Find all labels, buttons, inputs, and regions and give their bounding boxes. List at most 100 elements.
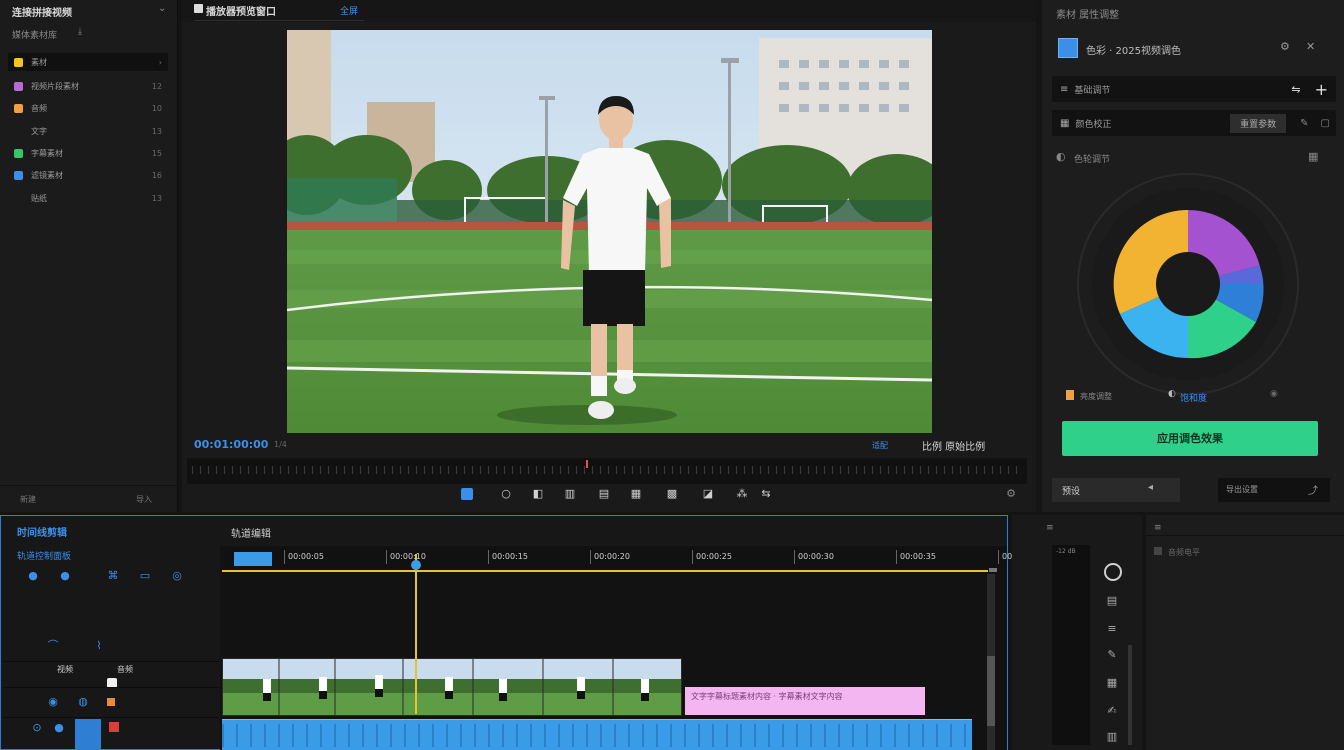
record-arm-icon[interactable]: ● bbox=[53, 722, 65, 734]
media-item-4[interactable]: 文字 13 bbox=[8, 122, 168, 140]
mute-icon[interactable]: ● bbox=[59, 570, 71, 582]
preset-label: 预设 bbox=[1062, 487, 1081, 497]
next-frame-icon[interactable]: ▦ bbox=[630, 488, 642, 500]
audio-level-title: 音频电平 bbox=[1168, 548, 1200, 557]
color-correct-row[interactable]: ▦ 颜色校正 重置参数 ✎ ▢ bbox=[1052, 110, 1336, 136]
forward-icon[interactable]: ▤ bbox=[598, 488, 610, 500]
new-button[interactable]: 新建 bbox=[20, 494, 36, 505]
split-icon[interactable]: ⁂ bbox=[736, 488, 748, 500]
media-panel-subtitle: 媒体素材库 bbox=[12, 31, 58, 41]
solo-icon[interactable]: ⊙ bbox=[31, 722, 43, 734]
media-item-count: 13 bbox=[151, 126, 162, 136]
import-icon[interactable]: ⤓ bbox=[78, 27, 82, 37]
layer-color-swatch[interactable] bbox=[1058, 38, 1078, 58]
text-clip[interactable]: 文字字幕标题素材内容 · 字幕素材文字内容 bbox=[685, 687, 925, 715]
meter-menu-icon[interactable]: ≡ bbox=[1046, 523, 1054, 533]
grid-icon[interactable]: ▦ bbox=[1106, 677, 1118, 689]
play-icon[interactable] bbox=[461, 488, 473, 500]
video-preview[interactable] bbox=[287, 30, 932, 433]
toggle-icon[interactable]: ◉ bbox=[1270, 389, 1278, 399]
fullscreen-icon[interactable]: ⇆ bbox=[760, 488, 772, 500]
target-icon[interactable]: ◎ bbox=[171, 570, 183, 582]
pen-icon[interactable]: ✍ bbox=[1106, 705, 1118, 717]
color-wheel[interactable] bbox=[1076, 172, 1300, 396]
prev-frame-icon[interactable]: ◧ bbox=[532, 488, 544, 500]
media-item-6[interactable]: 滤镜素材 16 bbox=[8, 166, 168, 184]
speaker-icon[interactable]: ◍ bbox=[77, 696, 89, 708]
media-item-3[interactable]: 音频 10 bbox=[8, 99, 168, 117]
expand-icon[interactable]: ▢ bbox=[1321, 118, 1330, 129]
ruler-tick bbox=[590, 550, 591, 564]
chevron-down-icon[interactable]: ⌄ bbox=[158, 3, 166, 14]
media-item-1[interactable]: 素材 › bbox=[8, 53, 168, 71]
preview-panel: 播放器预览窗口 全屏 00:01:00:00 1/4 适配 比例 原始比例 ○ … bbox=[182, 0, 1036, 512]
in-point-marker[interactable] bbox=[234, 552, 272, 566]
eye-icon[interactable]: ⇋ bbox=[1291, 83, 1300, 96]
keyframe-icon[interactable]: ⌇ bbox=[93, 640, 105, 652]
video-clip[interactable] bbox=[222, 658, 682, 716]
basic-adjust-row[interactable]: ≡ 基础调节 ⇋ + bbox=[1052, 76, 1336, 102]
aspect-ratio-label[interactable]: 比例 原始比例 bbox=[922, 438, 985, 453]
meter-knob-icon[interactable] bbox=[1104, 563, 1122, 581]
timeline-tracks[interactable]: 00:00:05 00:00:10 00:00:15 00:00:20 00:00:25… bbox=[220, 546, 1140, 750]
preview-tabbar bbox=[182, 0, 1036, 22]
loop-icon[interactable]: ▩ bbox=[666, 488, 678, 500]
levels-icon[interactable]: ≡ bbox=[1106, 623, 1118, 635]
media-item-count: 12 bbox=[151, 81, 162, 91]
ruler-tick-label: 00:00:15 bbox=[492, 552, 528, 561]
red-tag-icon[interactable] bbox=[109, 722, 119, 732]
tools-icon[interactable]: ✎ bbox=[1106, 649, 1118, 661]
lock-icon[interactable]: ▭ bbox=[139, 570, 151, 582]
snapshot-icon[interactable]: ◪ bbox=[702, 488, 714, 500]
audio-clip[interactable] bbox=[222, 719, 972, 750]
sliders-icon: ≡ bbox=[1060, 83, 1069, 95]
fit-label[interactable]: 适配 bbox=[872, 440, 888, 451]
curve-icon[interactable]: ⌒ bbox=[47, 640, 59, 652]
close-icon[interactable]: ✕ bbox=[1306, 40, 1315, 53]
scrubber-marker bbox=[586, 460, 588, 468]
link-icon[interactable]: ⌘ bbox=[107, 570, 119, 582]
properties-title: 素材 属性调整 bbox=[1056, 10, 1120, 21]
basic-adjust-label: 基础调节 bbox=[1074, 85, 1111, 96]
media-item-2[interactable]: 视频片段素材 12 bbox=[8, 77, 168, 95]
saturation-label[interactable]: 饱和度 bbox=[1180, 391, 1207, 404]
brightness-label[interactable]: 亮度调整 bbox=[1080, 391, 1112, 402]
ruler-tick bbox=[692, 550, 693, 564]
media-item-7[interactable]: 贴纸 13 bbox=[8, 189, 168, 207]
playhead-line[interactable] bbox=[415, 554, 417, 714]
active-track-indicator[interactable] bbox=[75, 719, 101, 750]
fullscreen-tab[interactable]: 全屏 bbox=[340, 4, 358, 17]
text-icon bbox=[14, 127, 23, 136]
layers-icon[interactable]: ▥ bbox=[1106, 731, 1118, 743]
settings-icon[interactable]: ⚙ bbox=[1005, 488, 1017, 500]
rewind-icon[interactable]: ▥ bbox=[564, 488, 576, 500]
panel-menu-icon[interactable]: ≡ bbox=[1154, 523, 1162, 533]
import-button[interactable]: 导入 bbox=[136, 494, 152, 505]
grid-icon[interactable]: ▦ bbox=[1308, 150, 1318, 163]
tab-underline bbox=[194, 20, 364, 21]
color-tag-icon[interactable] bbox=[107, 698, 115, 706]
media-item-5[interactable]: 字幕素材 15 bbox=[8, 144, 168, 162]
playhead-handle[interactable] bbox=[411, 560, 421, 570]
export-icon: ⤴ bbox=[1308, 486, 1318, 497]
stop-icon[interactable]: ○ bbox=[500, 488, 512, 500]
preview-tab-title[interactable]: 播放器预览窗口 bbox=[206, 3, 276, 18]
palette-icon: ▦ bbox=[1060, 117, 1070, 129]
divider bbox=[3, 661, 219, 662]
media-item-count: 13 bbox=[151, 193, 162, 203]
chevron-right-icon: › bbox=[158, 57, 162, 67]
scrollbar-thumb[interactable] bbox=[987, 656, 995, 726]
media-item-label: 音频 bbox=[31, 103, 47, 113]
divider bbox=[3, 687, 219, 688]
empty-track-area[interactable] bbox=[220, 572, 1007, 656]
settings-icon[interactable]: ⚙ bbox=[1280, 40, 1290, 53]
media-item-label: 贴纸 bbox=[31, 193, 47, 203]
add-icon[interactable]: + bbox=[1315, 80, 1328, 99]
eye-icon[interactable]: ◉ bbox=[47, 696, 59, 708]
save-icon[interactable]: ▤ bbox=[1106, 595, 1118, 607]
apply-button[interactable]: 应用调色效果 bbox=[1062, 421, 1318, 456]
record-icon[interactable]: ● bbox=[27, 570, 39, 582]
reset-button[interactable]: 重置参数 bbox=[1230, 113, 1287, 133]
media-item-label: 滤镜素材 bbox=[31, 170, 63, 180]
pin-icon[interactable]: ✎ bbox=[1300, 118, 1308, 129]
